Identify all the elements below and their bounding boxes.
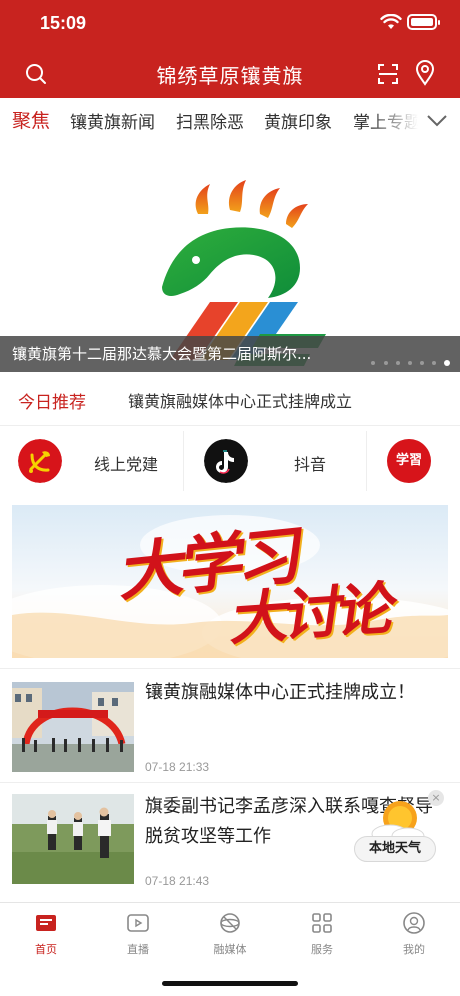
battery-icon xyxy=(407,14,440,30)
news-time: 07-18 21:43 xyxy=(145,874,210,888)
xuexi-icon: 学習 xyxy=(387,439,431,483)
news-item[interactable]: 镶黄旗融媒体中心正式挂牌成立！ 07-18 21:33 xyxy=(0,670,460,780)
quick-link-label: 线上党建 xyxy=(94,455,159,474)
study-discussion-poster[interactable]: 大学习 大讨论 xyxy=(12,505,448,658)
recommend-label: 今日推荐 xyxy=(18,393,86,413)
wifi-icon xyxy=(380,14,402,29)
quick-link-tiktok[interactable]: 抖音 xyxy=(184,427,366,495)
carousel-dot xyxy=(419,360,424,365)
local-weather-widget[interactable]: 本地天气 × xyxy=(350,790,444,870)
carousel-dot xyxy=(407,360,412,365)
chevron-down-icon[interactable] xyxy=(424,108,450,132)
carousel-dot xyxy=(395,360,400,365)
carousel-indicator xyxy=(368,352,450,366)
nav-live[interactable]: 直播 xyxy=(92,911,184,957)
status-time: 15:09 xyxy=(40,13,87,33)
recommend-headline[interactable]: 镶黄旗融媒体中心正式挂牌成立 xyxy=(128,388,352,412)
carousel-dot xyxy=(383,360,388,365)
carousel-dot xyxy=(371,360,376,365)
quick-link-party-building[interactable]: 线上党建 xyxy=(0,427,183,495)
carousel-dot xyxy=(431,360,436,365)
live-play-icon xyxy=(127,914,149,932)
quick-link-label: 抖音 xyxy=(294,455,327,474)
nav-label: 我的 xyxy=(403,943,425,956)
quick-link-xuexi[interactable]: 学習 xyxy=(367,427,460,495)
channel-tabs: 聚焦 镶黄旗新闻 扫黑除恶 黄旗印象 掌上专题 xyxy=(0,98,460,142)
tiktok-icon xyxy=(204,439,248,483)
party-emblem-icon xyxy=(18,439,62,483)
profile-icon xyxy=(403,912,425,934)
weather-label: 本地天气 xyxy=(354,836,436,862)
tabs-fade xyxy=(370,98,430,142)
poster-title-2: 大讨论 xyxy=(227,574,396,654)
news-time: 07-18 21:33 xyxy=(145,760,210,774)
close-icon[interactable]: × xyxy=(428,790,444,806)
app-header: 15:09 锦绣草原镶黄旗 xyxy=(0,0,460,98)
carousel-dot-active xyxy=(444,359,450,366)
news-thumbnail xyxy=(12,682,134,772)
news-thumbnail xyxy=(12,794,134,884)
nav-services[interactable]: 服务 xyxy=(276,911,368,957)
news-title: 镶黄旗融媒体中心正式挂牌成立！ xyxy=(145,682,415,703)
divider xyxy=(0,782,460,783)
nav-profile[interactable]: 我的 xyxy=(368,911,460,957)
tab-huangqi-impression[interactable]: 黄旗印象 xyxy=(264,108,332,133)
nav-label: 融媒体 xyxy=(213,943,247,956)
quick-links: 线上党建 抖音 学習 xyxy=(0,427,460,495)
banner-carousel[interactable]: 镶黄旗第十二届那达慕大会暨第二届阿斯尔... xyxy=(0,142,460,372)
services-grid-icon xyxy=(312,913,332,933)
tab-anti-crime[interactable]: 扫黑除恶 xyxy=(176,108,244,133)
today-recommend[interactable]: 今日推荐 镶黄旗融媒体中心正式挂牌成立 xyxy=(0,372,460,426)
nav-home[interactable]: 首页 xyxy=(0,911,92,957)
nav-label: 服务 xyxy=(311,943,333,956)
divider xyxy=(0,668,460,669)
nav-media[interactable]: 融媒体 xyxy=(184,911,276,957)
location-pin-icon[interactable] xyxy=(414,60,436,86)
tab-xianghuangqi-news[interactable]: 镶黄旗新闻 xyxy=(70,108,155,133)
scan-icon[interactable] xyxy=(376,62,400,86)
media-icon xyxy=(220,913,240,933)
home-indicator[interactable] xyxy=(162,981,298,986)
tab-focus[interactable]: 聚焦 xyxy=(12,106,50,133)
home-icon xyxy=(36,915,56,931)
nav-label: 直播 xyxy=(127,943,149,956)
nav-label: 首页 xyxy=(35,943,57,956)
